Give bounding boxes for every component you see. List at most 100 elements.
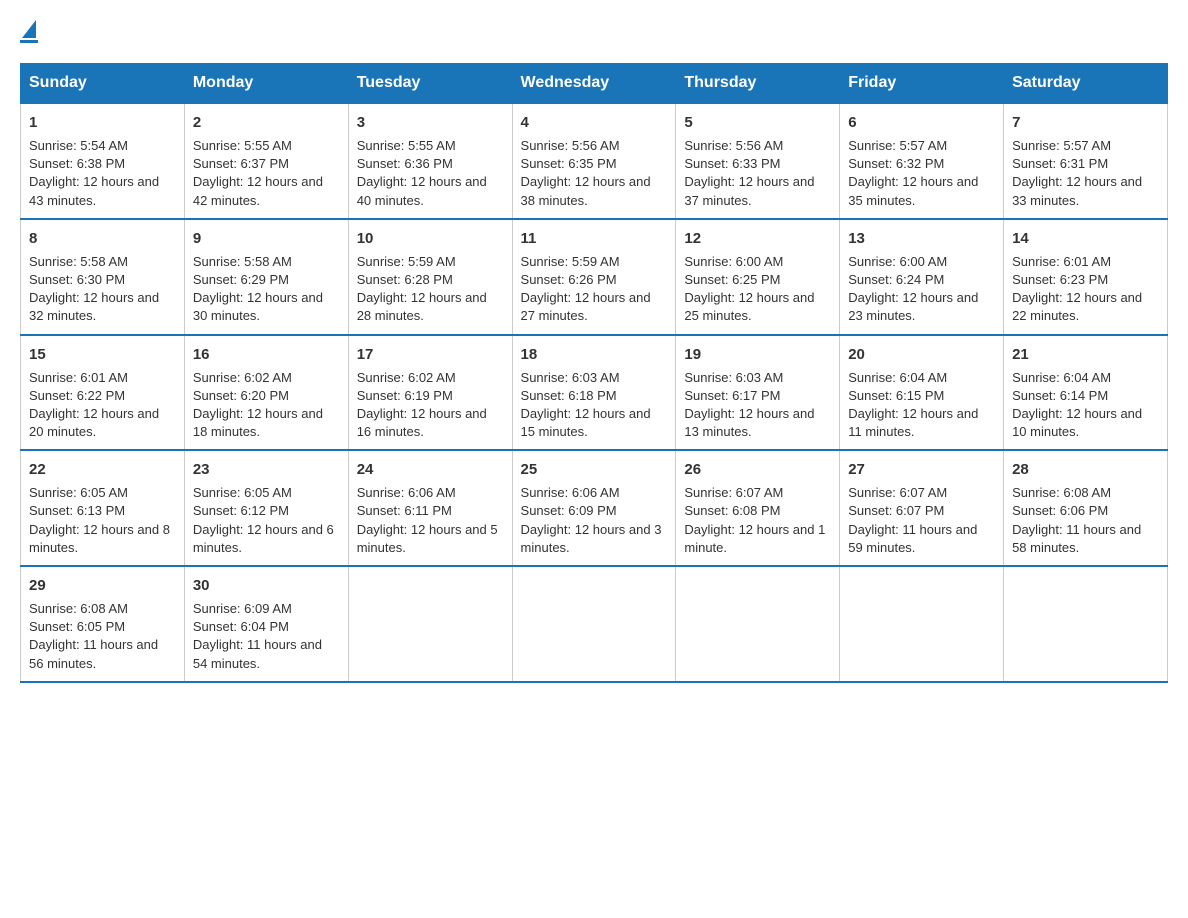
- weekday-header-thursday: Thursday: [676, 64, 840, 104]
- sunset-label: Sunset: 6:17 PM: [684, 388, 780, 403]
- sunset-label: Sunset: 6:25 PM: [684, 272, 780, 287]
- daylight-label: Daylight: 12 hours and 25 minutes.: [684, 290, 814, 323]
- calendar-week-row: 22 Sunrise: 6:05 AM Sunset: 6:13 PM Dayl…: [21, 450, 1168, 566]
- day-number: 24: [357, 459, 504, 480]
- sunrise-label: Sunrise: 6:09 AM: [193, 601, 292, 616]
- sunset-label: Sunset: 6:05 PM: [29, 619, 125, 634]
- daylight-label: Daylight: 12 hours and 15 minutes.: [521, 406, 651, 439]
- calendar-table: SundayMondayTuesdayWednesdayThursdayFrid…: [20, 63, 1168, 683]
- sunset-label: Sunset: 6:04 PM: [193, 619, 289, 634]
- sunset-label: Sunset: 6:12 PM: [193, 503, 289, 518]
- calendar-cell: 5 Sunrise: 5:56 AM Sunset: 6:33 PM Dayli…: [676, 103, 840, 219]
- daylight-label: Daylight: 11 hours and 54 minutes.: [193, 637, 322, 670]
- daylight-label: Daylight: 12 hours and 22 minutes.: [1012, 290, 1142, 323]
- day-number: 19: [684, 344, 831, 365]
- day-number: 12: [684, 228, 831, 249]
- sunset-label: Sunset: 6:33 PM: [684, 156, 780, 171]
- sunset-label: Sunset: 6:18 PM: [521, 388, 617, 403]
- sunset-label: Sunset: 6:20 PM: [193, 388, 289, 403]
- daylight-label: Daylight: 11 hours and 56 minutes.: [29, 637, 158, 670]
- sunrise-label: Sunrise: 6:08 AM: [29, 601, 128, 616]
- sunset-label: Sunset: 6:06 PM: [1012, 503, 1108, 518]
- sunrise-label: Sunrise: 6:07 AM: [684, 485, 783, 500]
- sunrise-label: Sunrise: 5:54 AM: [29, 138, 128, 153]
- sunrise-label: Sunrise: 6:03 AM: [521, 370, 620, 385]
- day-number: 30: [193, 575, 340, 596]
- daylight-label: Daylight: 12 hours and 5 minutes.: [357, 522, 498, 555]
- daylight-label: Daylight: 12 hours and 27 minutes.: [521, 290, 651, 323]
- daylight-label: Daylight: 12 hours and 13 minutes.: [684, 406, 814, 439]
- calendar-cell: [1004, 566, 1168, 682]
- daylight-label: Daylight: 12 hours and 40 minutes.: [357, 174, 487, 207]
- calendar-cell: 7 Sunrise: 5:57 AM Sunset: 6:31 PM Dayli…: [1004, 103, 1168, 219]
- daylight-label: Daylight: 12 hours and 6 minutes.: [193, 522, 334, 555]
- day-number: 10: [357, 228, 504, 249]
- calendar-cell: 3 Sunrise: 5:55 AM Sunset: 6:36 PM Dayli…: [348, 103, 512, 219]
- calendar-week-row: 29 Sunrise: 6:08 AM Sunset: 6:05 PM Dayl…: [21, 566, 1168, 682]
- day-number: 5: [684, 112, 831, 133]
- daylight-label: Daylight: 12 hours and 10 minutes.: [1012, 406, 1142, 439]
- sunrise-label: Sunrise: 5:58 AM: [29, 254, 128, 269]
- calendar-cell: 21 Sunrise: 6:04 AM Sunset: 6:14 PM Dayl…: [1004, 335, 1168, 451]
- calendar-cell: 12 Sunrise: 6:00 AM Sunset: 6:25 PM Dayl…: [676, 219, 840, 335]
- sunrise-label: Sunrise: 6:01 AM: [1012, 254, 1111, 269]
- daylight-label: Daylight: 12 hours and 32 minutes.: [29, 290, 159, 323]
- calendar-week-row: 15 Sunrise: 6:01 AM Sunset: 6:22 PM Dayl…: [21, 335, 1168, 451]
- sunset-label: Sunset: 6:26 PM: [521, 272, 617, 287]
- day-number: 15: [29, 344, 176, 365]
- daylight-label: Daylight: 12 hours and 8 minutes.: [29, 522, 170, 555]
- daylight-label: Daylight: 11 hours and 58 minutes.: [1012, 522, 1141, 555]
- daylight-label: Daylight: 12 hours and 28 minutes.: [357, 290, 487, 323]
- day-number: 1: [29, 112, 176, 133]
- sunrise-label: Sunrise: 5:55 AM: [357, 138, 456, 153]
- calendar-cell: 2 Sunrise: 5:55 AM Sunset: 6:37 PM Dayli…: [184, 103, 348, 219]
- weekday-header-tuesday: Tuesday: [348, 64, 512, 104]
- calendar-cell: 29 Sunrise: 6:08 AM Sunset: 6:05 PM Dayl…: [21, 566, 185, 682]
- daylight-label: Daylight: 12 hours and 43 minutes.: [29, 174, 159, 207]
- weekday-header-monday: Monday: [184, 64, 348, 104]
- calendar-cell: [840, 566, 1004, 682]
- sunset-label: Sunset: 6:36 PM: [357, 156, 453, 171]
- day-number: 18: [521, 344, 668, 365]
- day-number: 16: [193, 344, 340, 365]
- calendar-cell: 19 Sunrise: 6:03 AM Sunset: 6:17 PM Dayl…: [676, 335, 840, 451]
- sunrise-label: Sunrise: 6:06 AM: [357, 485, 456, 500]
- sunrise-label: Sunrise: 6:01 AM: [29, 370, 128, 385]
- day-number: 4: [521, 112, 668, 133]
- daylight-label: Daylight: 12 hours and 35 minutes.: [848, 174, 978, 207]
- sunrise-label: Sunrise: 6:05 AM: [193, 485, 292, 500]
- day-number: 13: [848, 228, 995, 249]
- calendar-cell: 1 Sunrise: 5:54 AM Sunset: 6:38 PM Dayli…: [21, 103, 185, 219]
- sunset-label: Sunset: 6:08 PM: [684, 503, 780, 518]
- calendar-cell: 13 Sunrise: 6:00 AM Sunset: 6:24 PM Dayl…: [840, 219, 1004, 335]
- calendar-cell: 18 Sunrise: 6:03 AM Sunset: 6:18 PM Dayl…: [512, 335, 676, 451]
- calendar-cell: 15 Sunrise: 6:01 AM Sunset: 6:22 PM Dayl…: [21, 335, 185, 451]
- sunset-label: Sunset: 6:38 PM: [29, 156, 125, 171]
- calendar-week-row: 8 Sunrise: 5:58 AM Sunset: 6:30 PM Dayli…: [21, 219, 1168, 335]
- sunrise-label: Sunrise: 5:59 AM: [357, 254, 456, 269]
- day-number: 6: [848, 112, 995, 133]
- sunrise-label: Sunrise: 6:06 AM: [521, 485, 620, 500]
- calendar-cell: 6 Sunrise: 5:57 AM Sunset: 6:32 PM Dayli…: [840, 103, 1004, 219]
- daylight-label: Daylight: 12 hours and 3 minutes.: [521, 522, 662, 555]
- daylight-label: Daylight: 12 hours and 37 minutes.: [684, 174, 814, 207]
- calendar-cell: 17 Sunrise: 6:02 AM Sunset: 6:19 PM Dayl…: [348, 335, 512, 451]
- sunrise-label: Sunrise: 5:55 AM: [193, 138, 292, 153]
- calendar-cell: 23 Sunrise: 6:05 AM Sunset: 6:12 PM Dayl…: [184, 450, 348, 566]
- calendar-cell: 22 Sunrise: 6:05 AM Sunset: 6:13 PM Dayl…: [21, 450, 185, 566]
- daylight-label: Daylight: 12 hours and 11 minutes.: [848, 406, 978, 439]
- sunset-label: Sunset: 6:31 PM: [1012, 156, 1108, 171]
- calendar-cell: 24 Sunrise: 6:06 AM Sunset: 6:11 PM Dayl…: [348, 450, 512, 566]
- calendar-cell: [348, 566, 512, 682]
- day-number: 20: [848, 344, 995, 365]
- calendar-cell: 20 Sunrise: 6:04 AM Sunset: 6:15 PM Dayl…: [840, 335, 1004, 451]
- daylight-label: Daylight: 12 hours and 30 minutes.: [193, 290, 323, 323]
- sunrise-label: Sunrise: 6:04 AM: [848, 370, 947, 385]
- calendar-week-row: 1 Sunrise: 5:54 AM Sunset: 6:38 PM Dayli…: [21, 103, 1168, 219]
- daylight-label: Daylight: 11 hours and 59 minutes.: [848, 522, 977, 555]
- weekday-header-sunday: Sunday: [21, 64, 185, 104]
- daylight-label: Daylight: 12 hours and 1 minute.: [684, 522, 825, 555]
- day-number: 28: [1012, 459, 1159, 480]
- daylight-label: Daylight: 12 hours and 23 minutes.: [848, 290, 978, 323]
- day-number: 26: [684, 459, 831, 480]
